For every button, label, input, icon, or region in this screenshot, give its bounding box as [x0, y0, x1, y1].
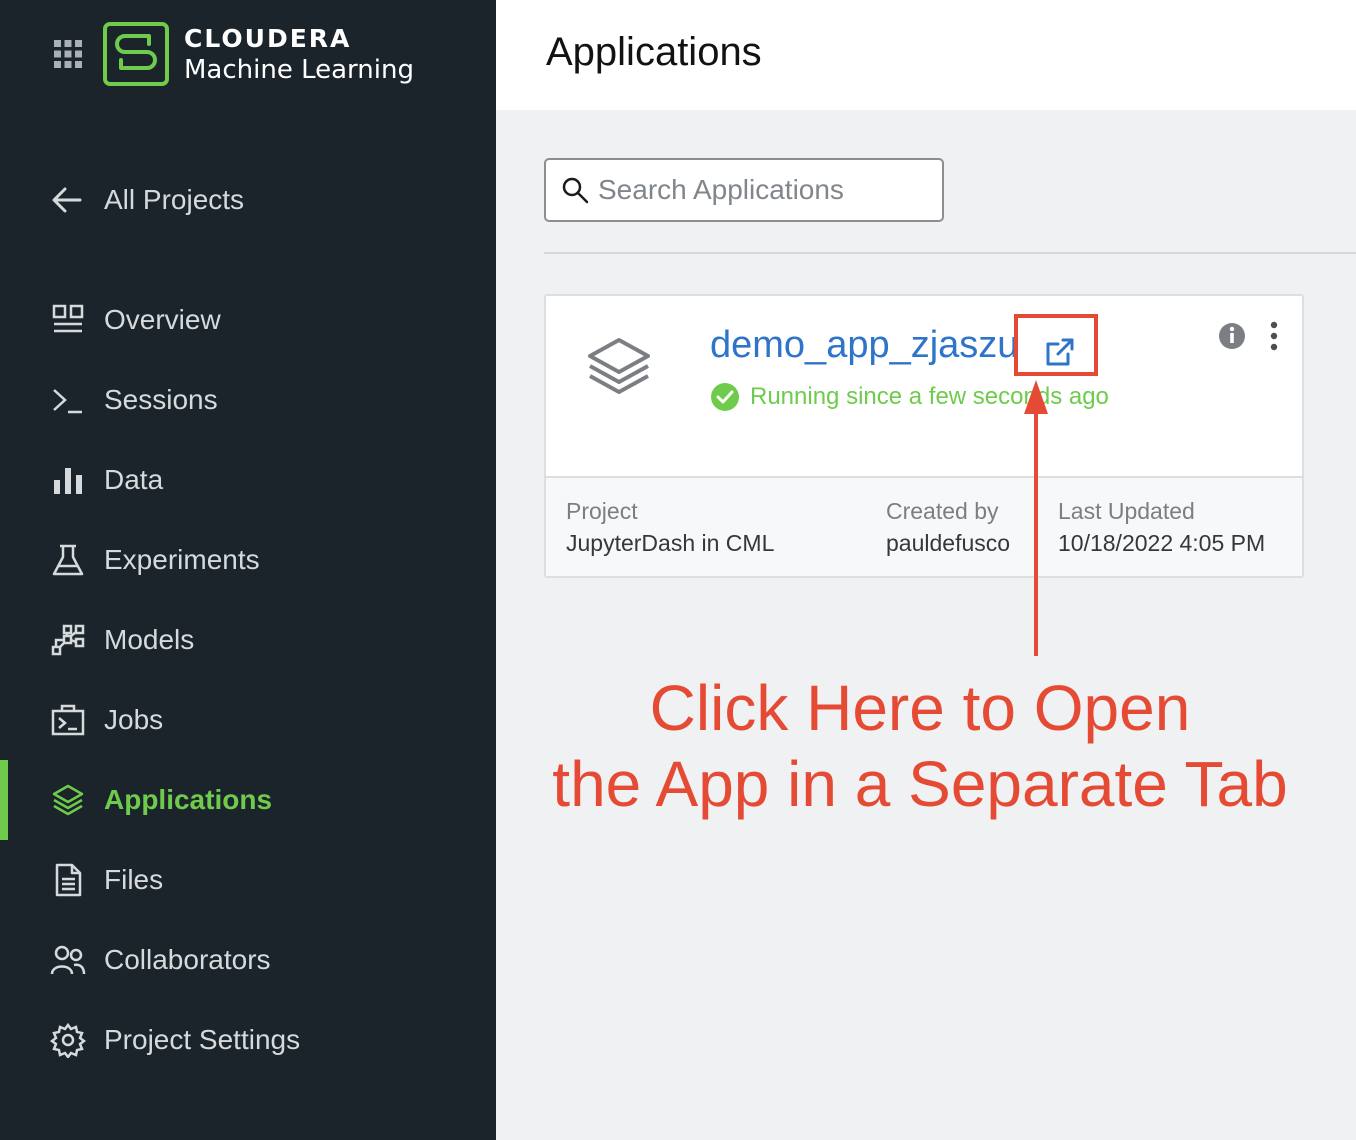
app-launcher-icon[interactable] [54, 40, 82, 68]
meta-label: Created by [886, 498, 999, 524]
nav-item-overview[interactable]: Overview [0, 280, 496, 360]
layers-icon [588, 338, 650, 394]
search-box[interactable] [544, 158, 944, 222]
gear-icon [50, 1022, 86, 1058]
nav-item-collaborators[interactable]: Collaborators [0, 920, 496, 1000]
more-options-icon[interactable] [1260, 320, 1288, 352]
nav-label: Applications [104, 784, 273, 815]
annotation-line-1: Click Here to Open [649, 672, 1191, 744]
nav-label: Jobs [104, 704, 164, 735]
annotation-arrow [1024, 380, 1048, 656]
nav-item-data[interactable]: Data [0, 440, 496, 520]
annotation-highlight-box [1014, 314, 1098, 376]
annotation-line-2: the App in a Separate Tab [552, 748, 1288, 820]
search-input[interactable] [598, 174, 928, 206]
nav-label: Collaborators [104, 944, 271, 975]
page-title: Applications [546, 30, 762, 74]
file-icon [55, 863, 82, 897]
nav-item-files[interactable]: Files [0, 840, 496, 920]
nav-item-models[interactable]: Models [0, 600, 496, 680]
application-card: demo_app_zjaszu Running since a few seco… [544, 294, 1304, 578]
nav-item-project-settings[interactable]: Project Settings [0, 1000, 496, 1080]
nav-item-experiments[interactable]: Experiments [0, 520, 496, 600]
nav-item-jobs[interactable]: Jobs [0, 680, 496, 760]
bar-chart-icon [54, 468, 82, 494]
meta-last-updated: Last Updated 10/18/2022 4:05 PM [1058, 496, 1265, 560]
card-metadata: Project JupyterDash in CML Created by pa… [546, 476, 1302, 576]
search-icon [562, 177, 589, 204]
check-circle-icon [711, 383, 739, 411]
sidebar: CLOUDERA Machine Learning All Projects O… [0, 0, 496, 1140]
overview-icon [52, 304, 84, 333]
nav-label: Models [104, 624, 195, 655]
nav-label: Data [104, 464, 164, 495]
nav-label: Overview [104, 304, 221, 335]
card-header: demo_app_zjaszu Running since a few seco… [546, 296, 1302, 476]
all-projects-label: All Projects [104, 184, 245, 215]
meta-created-by: Created by pauldefusco [886, 496, 1010, 560]
meta-project: Project JupyterDash in CML [566, 496, 774, 560]
cloudera-logo-icon[interactable] [103, 22, 169, 86]
all-projects-link[interactable]: All Projects [50, 178, 244, 222]
arrow-left-icon [52, 187, 82, 213]
brand: CLOUDERA Machine Learning [184, 24, 414, 86]
meta-value: JupyterDash in CML [566, 530, 775, 556]
models-icon [51, 624, 85, 656]
nav-label: Experiments [104, 544, 260, 575]
meta-value: pauldefusco [886, 530, 1011, 556]
annotation-text: Click Here to Open the App in a Separate… [546, 670, 1294, 822]
nav-item-applications[interactable]: Applications [0, 760, 496, 840]
meta-label: Project [566, 498, 638, 524]
info-icon[interactable] [1218, 322, 1246, 350]
brand-name: CLOUDERA [184, 24, 352, 53]
project-nav: Overview Sessions Data Experiments Model… [0, 280, 496, 1080]
meta-label: Last Updated [1058, 498, 1195, 524]
page-header: Applications [496, 0, 1356, 110]
application-name-link[interactable]: demo_app_zjaszu [710, 324, 1018, 367]
people-icon [50, 945, 86, 975]
flask-icon [52, 544, 84, 576]
layers-icon [52, 784, 84, 816]
nav-label: Files [104, 864, 164, 895]
nav-label: Project Settings [104, 1024, 301, 1055]
jobs-icon [51, 704, 85, 736]
terminal-icon [53, 389, 82, 414]
divider [544, 252, 1356, 254]
nav-label: Sessions [104, 384, 218, 415]
nav-item-sessions[interactable]: Sessions [0, 360, 496, 440]
meta-value: 10/18/2022 4:05 PM [1058, 530, 1266, 556]
brand-product: Machine Learning [184, 55, 414, 85]
